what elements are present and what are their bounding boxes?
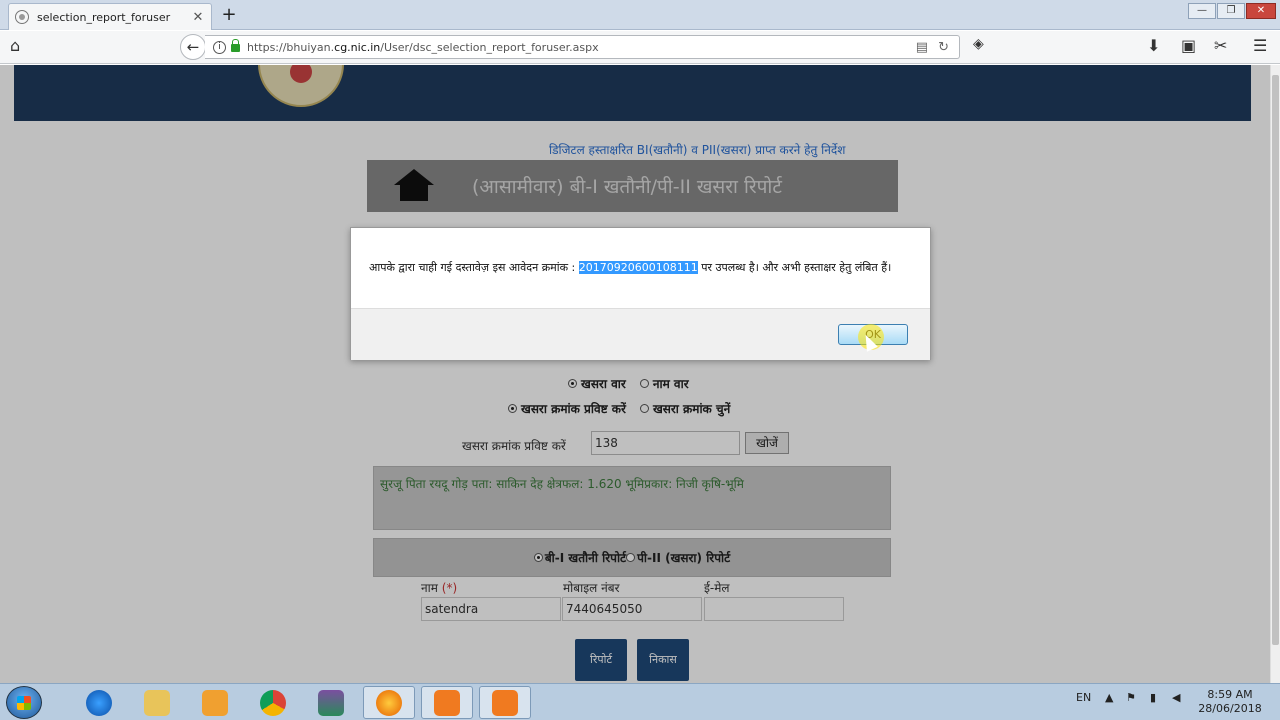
minimize-button[interactable]: —: [1188, 3, 1216, 19]
show-hidden-icons[interactable]: ▲: [1105, 691, 1113, 704]
url-text[interactable]: https://bhuiyan.cg.nic.in/User/dsc_selec…: [247, 41, 916, 54]
tab-title: selection_report_foruser: [37, 10, 171, 24]
lock-icon: [231, 39, 240, 52]
clock-date: 28/06/2018: [1198, 702, 1262, 715]
modal-backdrop: [0, 65, 1270, 683]
windows-taskbar: EN ▲ ⚑ ▮ ◀ 8:59 AM 28/06/2018: [0, 683, 1280, 720]
internet-explorer-icon: [86, 689, 112, 716]
media-player-icon: [202, 689, 228, 716]
address-bar[interactable]: i https://bhuiyan.cg.nic.in/User/dsc_sel…: [205, 35, 960, 59]
taskbar-ie[interactable]: [73, 686, 125, 719]
scrollbar-thumb[interactable]: [1272, 75, 1279, 645]
screen-recorder-icon: [434, 689, 460, 716]
page-favicon-icon: [15, 10, 29, 24]
alert-message: आपके द्वारा चाही गई दस्तावेज़ इस आवेदन क…: [369, 261, 892, 274]
taskbar-screen-capture[interactable]: [479, 686, 531, 719]
dialog-footer: OK: [351, 308, 930, 360]
language-indicator[interactable]: EN: [1076, 691, 1091, 704]
browser-tab[interactable]: selection_report_foruser ✕: [8, 3, 212, 30]
photo-app-icon: [318, 689, 344, 716]
action-center-flag-icon[interactable]: ⚑: [1126, 691, 1136, 704]
taskbar-clock[interactable]: 8:59 AM 28/06/2018: [1195, 688, 1265, 716]
network-icon[interactable]: ▮: [1150, 691, 1156, 704]
page-scrollbar[interactable]: [1270, 65, 1280, 683]
library-icon[interactable]: ▣: [1181, 36, 1196, 55]
firefox-icon: [376, 689, 402, 716]
page-content: डिजिटल हस्ताक्षरित BI(खतौनी) व PII(खसरा)…: [0, 65, 1270, 683]
camera-icon: [492, 689, 518, 716]
home-icon[interactable]: ⌂: [10, 36, 20, 55]
application-number[interactable]: 20170920600108111: [578, 261, 698, 274]
taskbar-photo-app[interactable]: [305, 686, 357, 719]
pocket-icon[interactable]: ◈: [973, 36, 984, 52]
reload-icon[interactable]: ↻: [938, 40, 949, 55]
new-tab-button[interactable]: +: [220, 4, 238, 25]
taskbar-screen-recorder[interactable]: [421, 686, 473, 719]
alert-dialog: आपके द्वारा चाही गई दस्तावेज़ इस आवेदन क…: [350, 227, 931, 360]
reader-view-icon[interactable]: ▤: [916, 40, 928, 55]
taskbar-media-player[interactable]: [189, 686, 241, 719]
chrome-icon: [260, 689, 286, 716]
close-window-button[interactable]: ✕: [1246, 3, 1276, 19]
screenshot-icon[interactable]: ✂: [1214, 36, 1227, 55]
taskbar-firefox[interactable]: [363, 686, 415, 719]
menu-icon[interactable]: ☰: [1253, 36, 1267, 55]
browser-tab-bar: selection_report_foruser ✕ + — ❐ ✕: [0, 0, 1280, 30]
start-button[interactable]: [6, 686, 42, 719]
restore-button[interactable]: ❐: [1217, 3, 1245, 19]
info-icon[interactable]: i: [213, 40, 226, 54]
clock-time: 8:59 AM: [1207, 688, 1253, 701]
browser-nav-bar: ⌂ ← i https://bhuiyan.cg.nic.in/User/dsc…: [0, 31, 1280, 64]
folder-icon: [144, 689, 170, 716]
back-button[interactable]: ←: [180, 34, 206, 60]
download-icon[interactable]: ⬇: [1147, 36, 1160, 55]
volume-icon[interactable]: ◀: [1172, 691, 1180, 704]
taskbar-explorer[interactable]: [131, 686, 183, 719]
close-tab-icon[interactable]: ✕: [191, 10, 205, 25]
taskbar-chrome[interactable]: [247, 686, 299, 719]
